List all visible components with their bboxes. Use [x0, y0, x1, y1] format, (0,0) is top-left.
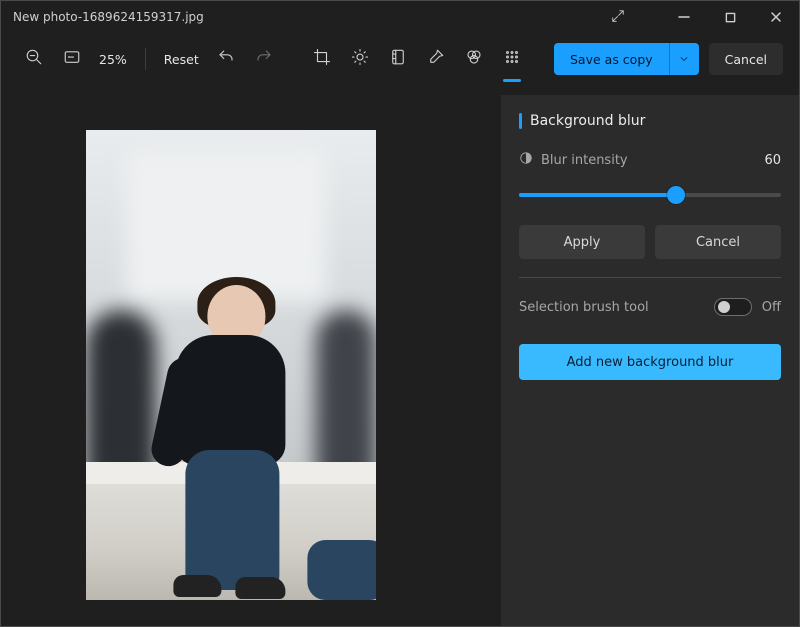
selection-brush-label: Selection brush tool — [519, 300, 649, 315]
photo-preview[interactable] — [86, 130, 376, 600]
minimize-icon — [678, 11, 690, 23]
toolbar-right-group: Save as copy Cancel — [554, 43, 783, 75]
background-blur-tool-button[interactable] — [494, 42, 530, 76]
apply-button[interactable]: Apply — [519, 225, 645, 259]
blur-intensity-value: 60 — [764, 153, 781, 168]
markup-tool-button[interactable] — [418, 42, 454, 76]
redo-button[interactable] — [247, 42, 281, 76]
toolbar-separator — [145, 48, 146, 70]
slider-thumb[interactable] — [667, 186, 685, 204]
expand-diagonal-icon — [611, 9, 625, 26]
retouch-icon — [465, 48, 483, 70]
selection-brush-state-label: Off — [762, 300, 781, 315]
blur-intensity-label-group: Blur intensity — [519, 151, 628, 169]
editor-main: Background blur Blur intensity 60 Apply … — [1, 85, 799, 626]
window-title: New photo-1689624159317.jpg — [13, 10, 204, 24]
crop-icon — [313, 48, 331, 70]
titlebar: New photo-1689624159317.jpg — [1, 1, 799, 33]
adjust-tool-button[interactable] — [342, 42, 378, 76]
zoom-out-icon — [25, 48, 43, 70]
expand-button[interactable] — [595, 1, 641, 33]
zoom-group: 25% Reset — [17, 42, 281, 76]
panel-heading-accent — [519, 113, 522, 129]
retouch-tool-button[interactable] — [456, 42, 492, 76]
zoom-value-label[interactable]: 25% — [93, 52, 133, 67]
save-options-dropdown[interactable] — [669, 43, 699, 75]
background-blur-panel: Background blur Blur intensity 60 Apply … — [501, 95, 799, 626]
panel-action-row: Apply Cancel — [519, 225, 781, 259]
tool-strip — [304, 42, 530, 76]
selection-brush-toggle[interactable] — [714, 298, 752, 316]
panel-cancel-button[interactable]: Cancel — [655, 225, 781, 259]
add-background-blur-button[interactable]: Add new background blur — [519, 344, 781, 380]
redo-icon — [255, 48, 273, 70]
slider-fill — [519, 193, 676, 197]
reset-button[interactable]: Reset — [158, 52, 205, 67]
filter-icon — [389, 48, 407, 70]
chevron-down-icon — [678, 50, 690, 69]
half-circle-icon — [519, 151, 533, 169]
crop-tool-button[interactable] — [304, 42, 340, 76]
selection-brush-row: Selection brush tool Off — [519, 298, 781, 316]
maximize-icon — [725, 12, 736, 23]
blur-intensity-label: Blur intensity — [541, 153, 628, 168]
zoom-fit-icon — [63, 48, 81, 70]
toggle-knob — [718, 301, 730, 313]
editor-toolbar: 25% Reset — [1, 33, 799, 85]
save-as-copy-button[interactable]: Save as copy — [554, 43, 669, 75]
minimize-button[interactable] — [661, 1, 707, 33]
panel-divider — [519, 277, 781, 278]
blur-icon — [503, 48, 521, 70]
undo-button[interactable] — [209, 42, 243, 76]
selection-brush-toggle-group: Off — [714, 298, 781, 316]
save-split-button: Save as copy — [554, 43, 699, 75]
undo-icon — [217, 48, 235, 70]
panel-heading-label: Background blur — [530, 113, 645, 129]
panel-heading: Background blur — [519, 113, 781, 129]
cancel-button[interactable]: Cancel — [709, 43, 783, 75]
markup-pen-icon — [427, 48, 445, 70]
close-button[interactable] — [753, 1, 799, 33]
blur-intensity-row: Blur intensity 60 — [519, 151, 781, 169]
zoom-fit-button[interactable] — [55, 42, 89, 76]
photo-subject — [137, 285, 317, 585]
brightness-icon — [351, 48, 369, 70]
zoom-out-button[interactable] — [17, 42, 51, 76]
close-icon — [770, 11, 782, 23]
photos-editor-window: New photo-1689624159317.jpg — [0, 0, 800, 627]
maximize-button[interactable] — [707, 1, 753, 33]
blur-intensity-slider[interactable] — [519, 183, 781, 207]
filter-tool-button[interactable] — [380, 42, 416, 76]
